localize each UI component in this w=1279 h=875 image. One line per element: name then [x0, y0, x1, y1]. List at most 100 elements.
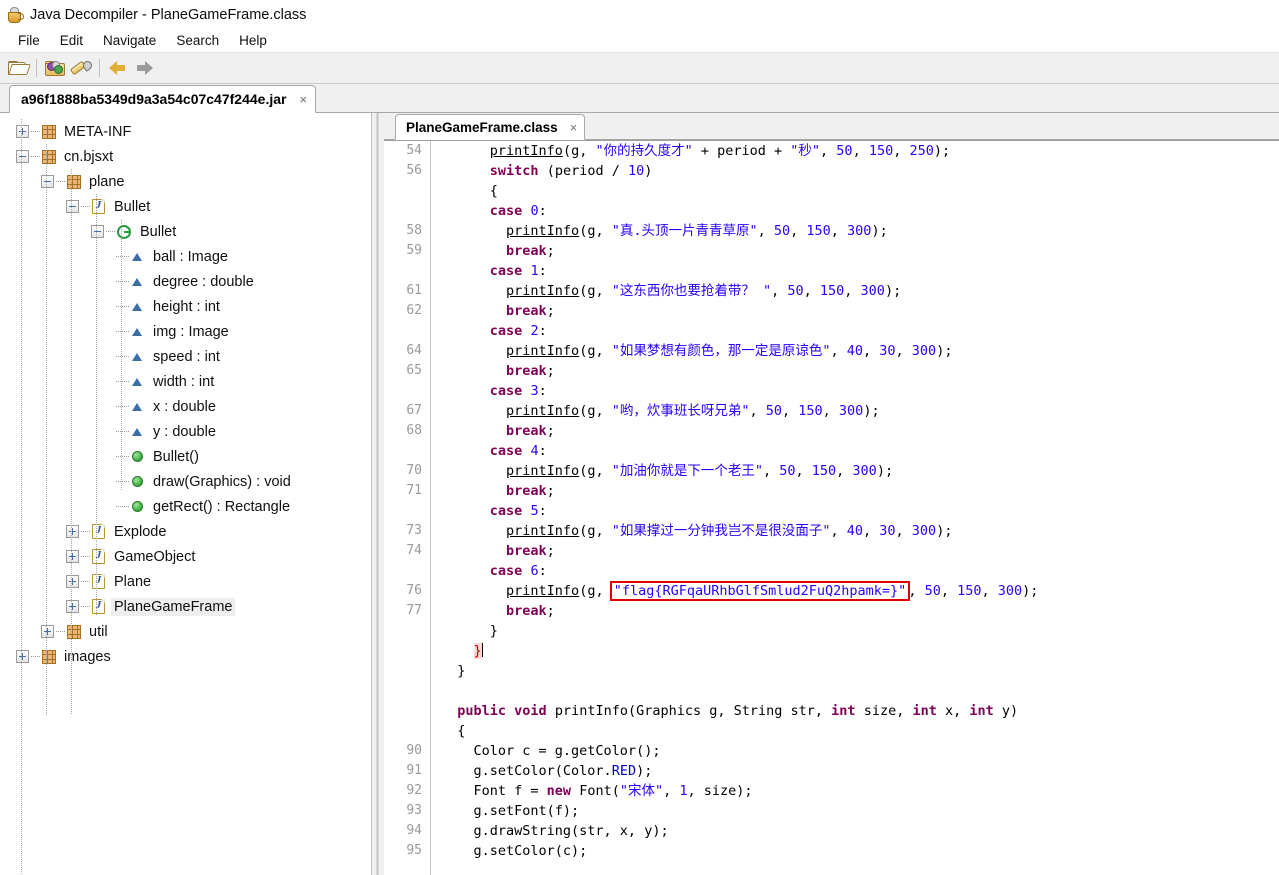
menu-item-edit[interactable]: Edit	[50, 31, 93, 50]
menu-item-search[interactable]: Search	[166, 31, 229, 50]
tree-item-util[interactable]: util	[0, 619, 371, 644]
tree-item-images[interactable]: images	[0, 644, 371, 669]
code-line: Font f = new Font("宋体", 1, size);	[441, 781, 1279, 801]
code-token: ;	[546, 243, 555, 259]
menu-item-navigate[interactable]: Navigate	[93, 31, 166, 50]
collapse-icon[interactable]	[91, 225, 104, 238]
tree-item-cn-bjsxt[interactable]: cn.bjsxt	[0, 144, 371, 169]
code-token: printInfo	[506, 403, 580, 419]
tab-planegameframe-class[interactable]: PlaneGameFrame.class ×	[395, 114, 586, 140]
tree-item-x-double[interactable]: x : double	[0, 394, 371, 419]
expand-icon[interactable]	[66, 575, 79, 588]
line-number: 93	[406, 803, 422, 818]
collapse-icon[interactable]	[66, 200, 79, 213]
code-line: break;	[441, 421, 1279, 441]
code-token: 150	[806, 223, 831, 239]
arrow-right-icon	[135, 61, 153, 75]
tree-guide	[31, 156, 40, 157]
tree-item-meta-inf[interactable]: META-INF	[0, 119, 371, 144]
expand-icon[interactable]	[16, 650, 29, 663]
tree-guide	[116, 256, 130, 257]
line-number: 67	[406, 403, 422, 418]
collapse-icon[interactable]	[41, 175, 54, 188]
tree-item-ball-image[interactable]: ball : Image	[0, 244, 371, 269]
tree-item-label: Explode	[114, 523, 167, 540]
code-token: ,	[771, 283, 788, 299]
line-number	[384, 181, 422, 201]
tree-item-bullet[interactable]: Bullet	[0, 194, 371, 219]
menu-item-file[interactable]: File	[8, 31, 50, 50]
menu-item-help[interactable]: Help	[229, 31, 277, 50]
code-line: g.drawString(str, x, y);	[441, 821, 1279, 841]
package-tree-panel[interactable]: META-INF cn.bjsxt plane Bullet Bullet ball : …	[0, 113, 372, 875]
code-token: case	[489, 263, 523, 279]
tree-item-planegameframe[interactable]: PlaneGameFrame	[0, 594, 371, 619]
close-icon[interactable]: ×	[299, 93, 307, 106]
navigate-back-button[interactable]	[105, 56, 131, 80]
line-number: 65	[406, 363, 422, 378]
jar-tab[interactable]: a96f1888ba5349d9a3a54c07c47f244e.jar ×	[9, 85, 317, 113]
panel-splitter[interactable]	[372, 113, 384, 875]
tree-item-draw-graphics-void[interactable]: draw(Graphics) : void	[0, 469, 371, 494]
expand-icon[interactable]	[66, 525, 79, 538]
tree-item-plane[interactable]: plane	[0, 169, 371, 194]
code-token: 50	[836, 143, 853, 159]
tree-guide	[116, 281, 130, 282]
tree-item-plane[interactable]: Plane	[0, 569, 371, 594]
tree-guide	[116, 381, 130, 382]
tree-item-img-image[interactable]: img : Image	[0, 319, 371, 344]
expand-icon[interactable]	[66, 600, 79, 613]
java-file-icon	[92, 574, 105, 589]
code-token: case	[489, 443, 523, 459]
code-line: }	[441, 661, 1279, 681]
line-number: 73	[406, 523, 422, 538]
code-line: g.setFont(f);	[441, 801, 1279, 821]
line-number: 54	[406, 143, 422, 158]
field-icon	[132, 401, 143, 412]
open-jar-button[interactable]	[42, 56, 68, 80]
navigate-forward-button[interactable]	[131, 56, 157, 80]
line-number	[384, 321, 422, 341]
tree-item-label: Bullet()	[153, 448, 199, 465]
collapse-icon[interactable]	[16, 150, 29, 163]
tree-guide	[56, 181, 65, 182]
code-token: ,	[782, 403, 799, 419]
tree-item-bullet[interactable]: Bullet	[0, 219, 371, 244]
code-area[interactable]: 54 56 58 59 61 62 64 65 67 68 70 71 73 74 76 77 90 91 92 93…	[384, 140, 1279, 875]
code-token: );	[884, 283, 902, 299]
source-code[interactable]: printInfo(g, "你的持久度才" + period + "秒", 50…	[431, 141, 1279, 875]
tree-guide	[116, 456, 130, 457]
close-icon[interactable]: ×	[570, 121, 578, 134]
tree-item-degree-double[interactable]: degree : double	[0, 269, 371, 294]
tree-item-y-double[interactable]: y : double	[0, 419, 371, 444]
expand-icon[interactable]	[41, 625, 54, 638]
code-token: case	[489, 323, 523, 339]
expand-icon[interactable]	[66, 550, 79, 563]
code-line: switch (period / 10)	[441, 161, 1279, 181]
code-token: :	[538, 323, 547, 339]
tree-item-getrect-rectangle[interactable]: getRect() : Rectangle	[0, 494, 371, 519]
code-token: :	[538, 563, 547, 579]
code-token: ,	[663, 783, 680, 799]
open-file-button[interactable]	[5, 56, 31, 80]
expand-icon[interactable]	[16, 125, 29, 138]
code-token: break	[506, 243, 547, 259]
tree-item-explode[interactable]: Explode	[0, 519, 371, 544]
tree-guide	[116, 356, 130, 357]
wand-icon	[69, 59, 94, 76]
tree-item-gameobject[interactable]: GameObject	[0, 544, 371, 569]
line-number: 92	[406, 783, 422, 798]
code-token: , size);	[687, 783, 753, 799]
code-line: printInfo(g, "如果撑过一分钟我岂不是很没面子", 40, 30, …	[441, 521, 1279, 541]
decompile-tool-button[interactable]	[68, 56, 94, 80]
tree-item-height-int[interactable]: height : int	[0, 294, 371, 319]
tree-item-bullet[interactable]: Bullet()	[0, 444, 371, 469]
tree-item-width-int[interactable]: width : int	[0, 369, 371, 394]
tree-item-speed-int[interactable]: speed : int	[0, 344, 371, 369]
code-token: );	[936, 523, 953, 539]
